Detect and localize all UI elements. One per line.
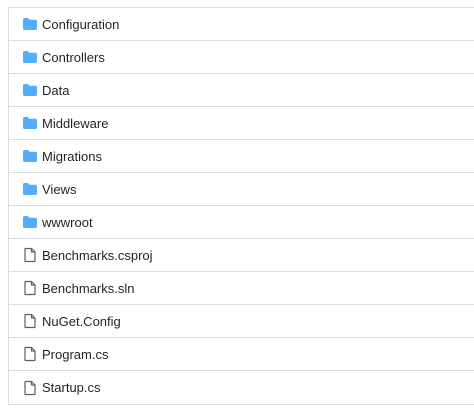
- file-list-item-label: NuGet.Config: [42, 313, 121, 329]
- file-list: Configuration Controllers Data Middlewar…: [8, 7, 474, 405]
- file-icon: [22, 280, 38, 296]
- file-list-item-benchmarks-sln[interactable]: Benchmarks.sln: [9, 272, 474, 305]
- file-list-item-label: Configuration: [42, 16, 120, 32]
- file-list-item-wwwroot[interactable]: wwwroot: [9, 206, 474, 239]
- file-list-item-middleware[interactable]: Middleware: [9, 107, 474, 140]
- file-list-item-label: Benchmarks.sln: [42, 280, 135, 296]
- file-list-item-data[interactable]: Data: [9, 74, 474, 107]
- file-icon: [22, 247, 38, 263]
- folder-icon: [22, 148, 38, 164]
- file-list-item-views[interactable]: Views: [9, 173, 474, 206]
- file-list-item-label: Benchmarks.csproj: [42, 247, 153, 263]
- file-list-item-label: Data: [42, 82, 70, 98]
- folder-icon: [22, 49, 38, 65]
- file-icon: [22, 380, 38, 396]
- file-list-item-nuget-config[interactable]: NuGet.Config: [9, 305, 474, 338]
- folder-icon: [22, 16, 38, 32]
- file-icon: [22, 313, 38, 329]
- file-list-item-program-cs[interactable]: Program.cs: [9, 338, 474, 371]
- file-icon: [22, 346, 38, 362]
- folder-icon: [22, 82, 38, 98]
- file-list-item-label: Migrations: [42, 148, 102, 164]
- folder-icon: [22, 181, 38, 197]
- folder-icon: [22, 214, 38, 230]
- file-list-item-migrations[interactable]: Migrations: [9, 140, 474, 173]
- folder-icon: [22, 115, 38, 131]
- file-list-item-benchmarks-csproj[interactable]: Benchmarks.csproj: [9, 239, 474, 272]
- file-list-item-label: Program.cs: [42, 346, 109, 362]
- file-list-item-label: wwwroot: [42, 214, 93, 230]
- file-list-item-label: Middleware: [42, 115, 109, 131]
- file-list-item-controllers[interactable]: Controllers: [9, 41, 474, 74]
- file-list-item-configuration[interactable]: Configuration: [9, 8, 474, 41]
- file-list-item-label: Startup.cs: [42, 380, 101, 395]
- file-list-item-label: Controllers: [42, 49, 105, 65]
- file-list-item-startup-cs[interactable]: Startup.cs: [9, 371, 474, 404]
- file-list-item-label: Views: [42, 181, 77, 197]
